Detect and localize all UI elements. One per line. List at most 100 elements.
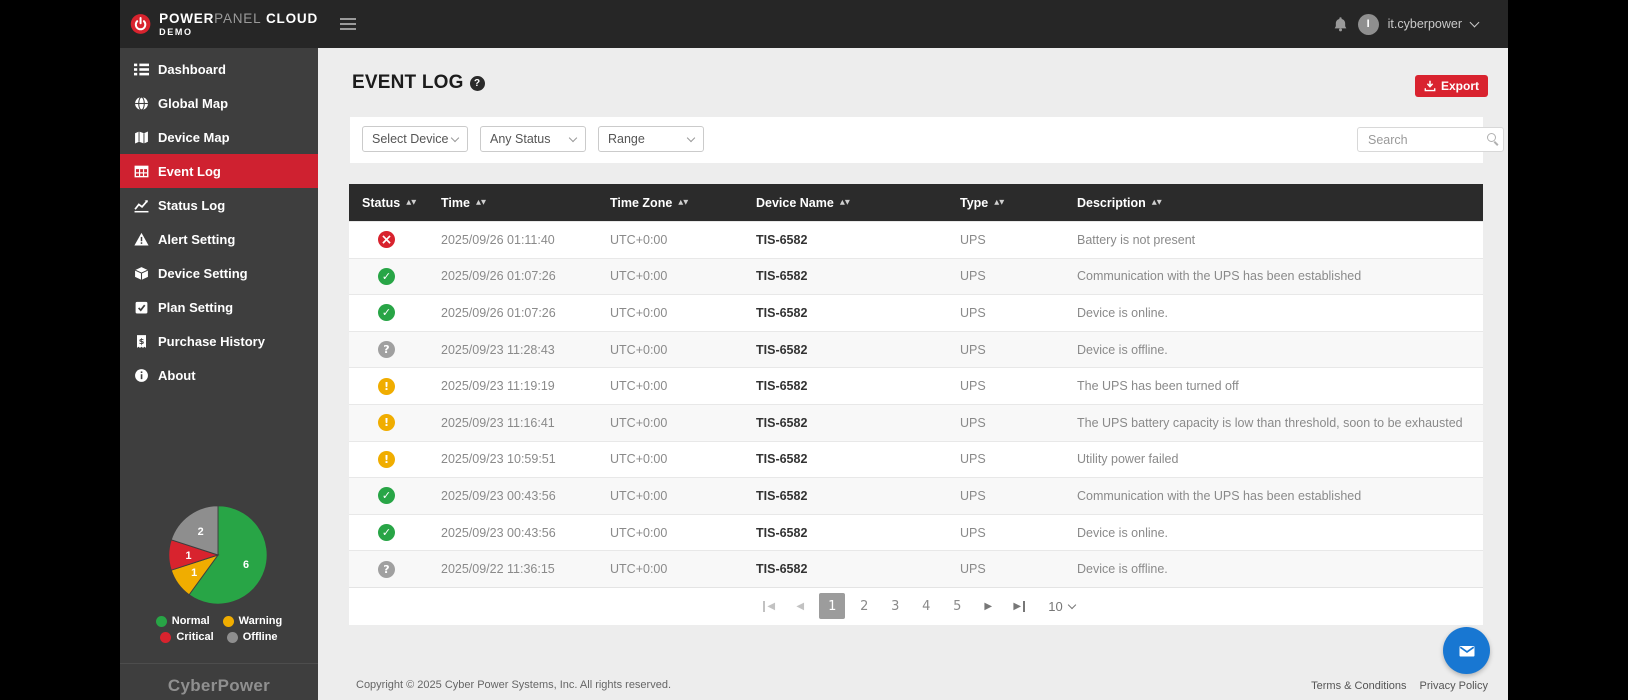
page-title: EVENT LOG	[352, 72, 464, 93]
cube-icon	[134, 266, 149, 280]
device-status-pie-chart: 6112	[166, 503, 270, 607]
table-row: 2025/09/23 11:16:41 UTC+0:00 TIS-6582 UP…	[349, 403, 1483, 441]
page-button-4[interactable]: 4	[914, 593, 938, 619]
sidebar-item-dashboard[interactable]: Dashboard	[120, 52, 318, 86]
column-header-type[interactable]: Type ▲▼	[960, 196, 1077, 210]
powerpanel-logo-icon	[130, 14, 151, 34]
sidebar-item-label: Device Map	[158, 129, 230, 145]
sidebar-item-alert-setting[interactable]: Alert Setting	[120, 222, 318, 256]
privacy-link[interactable]: Privacy Policy	[1420, 680, 1488, 692]
sidebar-item-label: Alert Setting	[158, 231, 236, 247]
sort-icon: ▲▼	[406, 197, 417, 206]
sidebar-divider	[120, 663, 318, 664]
user-avatar[interactable]: I	[1357, 13, 1379, 35]
sidebar-item-label: Dashboard	[158, 61, 226, 77]
column-header-time[interactable]: Time ▲▼	[441, 196, 610, 210]
terms-link[interactable]: Terms & Conditions	[1311, 680, 1406, 692]
column-header-device-name[interactable]: Device Name ▲▼	[756, 196, 960, 210]
status-icon	[378, 377, 395, 395]
chevron-down-icon[interactable]	[1469, 17, 1480, 27]
main-content: EVENT LOG ? Export Select Device Any Sta…	[318, 48, 1508, 700]
search-input[interactable]	[1357, 127, 1504, 152]
page-size-select[interactable]: 10	[1048, 599, 1076, 614]
status-filter-dropdown[interactable]: Any Status	[480, 126, 586, 152]
last-page-button[interactable]: ▶	[1007, 593, 1031, 619]
sidebar-item-global-map[interactable]: Global Map	[120, 86, 318, 120]
table-row: 2025/09/26 01:07:26 UTC+0:00 TIS-6582 UP…	[349, 257, 1483, 295]
brand-subtitle: DEMO	[159, 27, 193, 37]
download-icon	[1424, 80, 1436, 92]
page-button-2[interactable]: 2	[852, 593, 876, 619]
globe-icon	[135, 96, 148, 110]
table-grid-icon	[134, 165, 149, 177]
table-row: 2025/09/26 01:11:40 UTC+0:00 TIS-6582 UP…	[349, 221, 1483, 258]
legend-dot	[160, 631, 172, 643]
legend-item-warning: Warning	[222, 615, 282, 627]
sidebar-item-label: About	[158, 367, 196, 383]
sort-icon: ▲▼	[1151, 197, 1162, 206]
svg-text:6: 6	[243, 559, 249, 571]
legend-item-critical: Critical	[160, 631, 214, 643]
sidebar-item-status-log[interactable]: Status Log	[120, 188, 318, 222]
info-icon	[135, 368, 148, 382]
contact-chat-button[interactable]	[1443, 627, 1490, 674]
select-device-dropdown[interactable]: Select Device	[362, 126, 468, 152]
first-page-button[interactable]: ◀	[757, 593, 781, 619]
column-header-status[interactable]: Status ▲▼	[362, 196, 441, 210]
sort-icon: ▲▼	[839, 197, 850, 206]
previous-page-button[interactable]: ◀	[788, 593, 812, 619]
table-row: 2025/09/23 00:43:56 UTC+0:00 TIS-6582 UP…	[349, 477, 1483, 514]
sidebar-item-event-log[interactable]: Event Log	[120, 154, 318, 188]
sidebar-item-purchase-history[interactable]: $ Purchase History	[120, 324, 318, 358]
svg-text:1: 1	[191, 567, 197, 579]
status-icon	[378, 450, 395, 468]
envelope-icon	[1459, 645, 1474, 656]
sidebar-item-label: Event Log	[158, 163, 221, 179]
copyright-text: Copyright © 2025 Cyber Power Systems, In…	[356, 679, 672, 691]
sidebar-item-device-map[interactable]: Device Map	[120, 120, 318, 154]
username[interactable]: it.cyberpower	[1388, 17, 1462, 31]
table-row: 2025/09/23 11:19:19 UTC+0:00 TIS-6582 UP…	[349, 367, 1483, 404]
help-icon[interactable]: ?	[469, 75, 485, 91]
page-button-1[interactable]: 1	[819, 593, 846, 620]
table-header: Status ▲▼ Time ▲▼ Time Zone ▲▼ Device Name ▲…	[349, 184, 1483, 221]
filter-bar: Select Device Any Status Range	[350, 117, 1504, 163]
page-button-5[interactable]: 5	[945, 593, 969, 619]
legend-item-normal: Normal	[155, 615, 210, 627]
column-header-description[interactable]: Description ▲▼	[1077, 196, 1483, 210]
list-icon	[134, 63, 149, 75]
search-icon	[1487, 133, 1496, 142]
status-icon	[378, 487, 395, 505]
chevron-down-icon	[450, 133, 460, 142]
svg-text:2: 2	[198, 526, 204, 538]
sidebar-item-about[interactable]: About	[120, 358, 318, 392]
next-page-button[interactable]: ▶	[976, 593, 1000, 619]
sidebar-item-label: Purchase History	[158, 333, 265, 349]
sidebar-item-label: Status Log	[158, 197, 226, 213]
plan-check-icon	[135, 301, 148, 313]
table-row: 2025/09/26 01:07:26 UTC+0:00 TIS-6582 UP…	[349, 294, 1483, 331]
menu-toggle-button[interactable]	[340, 15, 356, 33]
table-row: 2025/09/23 11:28:43 UTC+0:00 TIS-6582 UP…	[349, 330, 1483, 368]
table-row: 2025/09/23 00:43:56 UTC+0:00 TIS-6582 UP…	[349, 513, 1483, 551]
top-bar: POWERPANEL CLOUD DEMO I it.cyberpower	[120, 0, 1508, 48]
notifications-bell-icon[interactable]	[1332, 16, 1349, 33]
pie-legend: Normal Warning Critical Offline	[120, 615, 318, 643]
event-log-table: Status ▲▼ Time ▲▼ Time Zone ▲▼ Device Name ▲…	[349, 184, 1483, 625]
status-icon	[378, 524, 395, 542]
legend-item-offline: Offline	[226, 631, 278, 643]
pagination: ◀ ◀ 1 2 3 4 5 ▶ ▶ 10	[349, 586, 1483, 625]
chevron-down-icon	[568, 133, 578, 142]
legend-dot	[222, 615, 234, 627]
app-window: POWERPANEL CLOUD DEMO I it.cyberpower Da…	[120, 0, 1508, 700]
status-icon	[378, 231, 395, 249]
sidebar-item-label: Plan Setting	[158, 299, 234, 315]
export-button[interactable]: Export	[1415, 75, 1489, 97]
range-filter-dropdown[interactable]: Range	[598, 126, 704, 152]
svg-text:1: 1	[185, 550, 191, 562]
page-button-3[interactable]: 3	[883, 593, 907, 619]
sort-icon: ▲▼	[678, 197, 689, 206]
sidebar-item-plan-setting[interactable]: Plan Setting	[120, 290, 318, 324]
column-header-timezone[interactable]: Time Zone ▲▼	[610, 196, 756, 210]
sidebar-item-device-setting[interactable]: Device Setting	[120, 256, 318, 290]
